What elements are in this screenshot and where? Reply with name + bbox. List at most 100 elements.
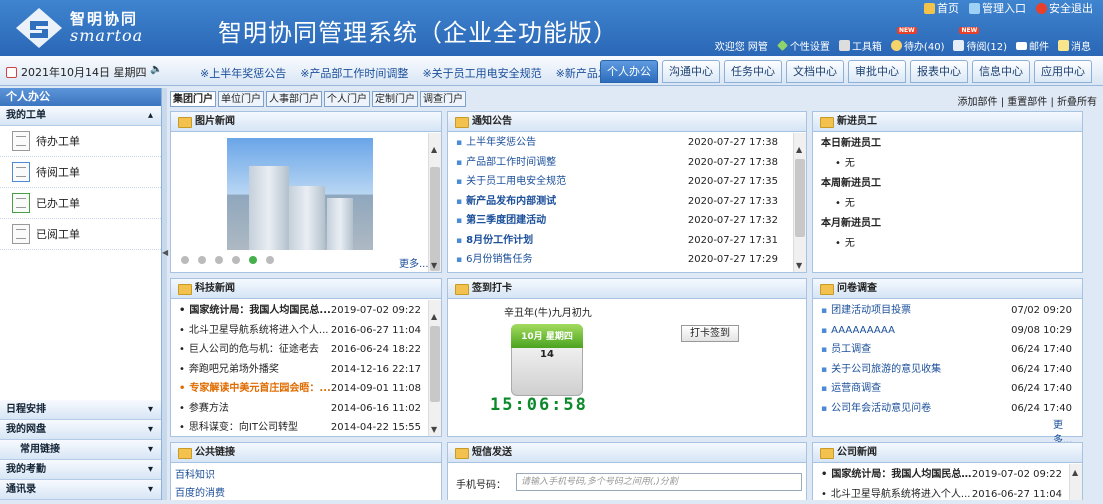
- sidebar-section-my-tickets[interactable]: 我的工单▴: [0, 106, 161, 126]
- list-row[interactable]: 6月份销售任务2020-07-27 17:29: [448, 250, 806, 270]
- scrollbar[interactable]: ▲▼: [428, 300, 441, 436]
- list-row[interactable]: 关于公司旅游的意见收集06/24 17:40: [813, 360, 1082, 380]
- sidebar-section-schedule[interactable]: 日程安排▾: [0, 400, 161, 420]
- row-title[interactable]: 关于公司旅游的意见收集: [821, 360, 941, 380]
- slide-dot[interactable]: [215, 256, 223, 264]
- row-title[interactable]: 产品部工作时间调整: [456, 153, 556, 173]
- slide-dot-active[interactable]: [249, 256, 257, 264]
- sidebar-item-todo[interactable]: 待办工单: [0, 126, 161, 157]
- slide-dot[interactable]: [266, 256, 274, 264]
- portal-actions[interactable]: 添加部件 | 重置部件 | 折叠所有: [958, 93, 1097, 108]
- sidebar-item-done[interactable]: 已办工单: [0, 188, 161, 219]
- todo-link[interactable]: NEW待办(40): [891, 38, 945, 53]
- scroll-up-icon[interactable]: ▲: [1072, 468, 1078, 477]
- list-row[interactable]: 团建活动项目投票07/02 09:20: [813, 301, 1082, 321]
- tab-hr-portal[interactable]: 人事部门户: [266, 91, 322, 107]
- list-row[interactable]: 专家解读中美元首庄园会晤：...2014-09-01 11:08: [171, 379, 441, 399]
- slide-dot[interactable]: [181, 256, 189, 264]
- list-row[interactable]: 新产品发布内部测试2020-07-27 17:33: [448, 192, 806, 212]
- phone-input[interactable]: 请输入手机号码,多个号码之间用(,)分割: [516, 473, 802, 491]
- tab-report[interactable]: 报表中心: [910, 60, 968, 83]
- row-title[interactable]: AAAAAAAAA: [821, 321, 895, 341]
- list-row[interactable]: 第三季度团建活动2020-07-27 17:32: [448, 211, 806, 231]
- list-row[interactable]: 上半年奖惩公告2020-07-27 17:38: [448, 133, 806, 153]
- speaker-icon[interactable]: 🔈: [150, 64, 162, 75]
- row-title[interactable]: 关于员工用电安全规范: [456, 172, 566, 192]
- list-row[interactable]: 北斗卫星导航系统将进入个人...2016-06-27 11:04: [171, 321, 441, 341]
- list-row[interactable]: 关于员工用电安全规范2020-07-27 17:35: [448, 172, 806, 192]
- slide-dot[interactable]: [198, 256, 206, 264]
- checkin-button[interactable]: 打卡签到: [681, 325, 739, 342]
- sidebar-section-netdisk[interactable]: 我的网盘▾: [0, 420, 161, 440]
- tab-task[interactable]: 任务中心: [724, 60, 782, 83]
- tab-communication[interactable]: 沟通中心: [662, 60, 720, 83]
- row-title[interactable]: 新产品发布内部测试: [456, 192, 556, 212]
- scroll-up-icon[interactable]: ▲: [431, 312, 437, 321]
- list-row[interactable]: AAAAAAAAA09/08 10:29: [813, 321, 1082, 341]
- marquee-item[interactable]: ※关于员工用电安全规范: [422, 65, 541, 81]
- toread-link[interactable]: NEW待阅(12): [953, 38, 1007, 53]
- scroll-up-icon[interactable]: ▲: [431, 145, 437, 154]
- row-title[interactable]: 国家统计局：我国人均国民总...: [821, 465, 972, 485]
- list-row[interactable]: 运营商调查06/24 17:40: [813, 379, 1082, 399]
- scroll-down-icon[interactable]: ▼: [796, 261, 802, 270]
- scrollbar[interactable]: ▲: [1069, 464, 1082, 500]
- scroll-down-icon[interactable]: ▼: [431, 261, 437, 270]
- list-row[interactable]: 参赛方法2014-06-16 11:02: [171, 399, 441, 419]
- list-row[interactable]: 国家统计局：我国人均国民总...2019-07-02 09:22: [813, 465, 1082, 485]
- row-title[interactable]: 运营商调查: [821, 379, 881, 399]
- list-row[interactable]: 公司年会活动意见问卷06/24 17:40: [813, 399, 1082, 419]
- row-title[interactable]: 专家解读中美元首庄园会晤：...: [179, 379, 331, 399]
- list-row[interactable]: 国家统计局：我国人均国民总...2019-07-02 09:22: [171, 301, 441, 321]
- list-row[interactable]: 产品部工作时间调整2020-07-27 17:38: [448, 153, 806, 173]
- row-title[interactable]: 6月份销售任务: [456, 250, 532, 270]
- row-title[interactable]: 团建活动项目投票: [821, 301, 911, 321]
- tab-personal-office[interactable]: 个人办公: [600, 60, 658, 83]
- tab-survey-portal[interactable]: 调查门户: [420, 91, 466, 107]
- list-row[interactable]: 8月份工作计划2020-07-27 17:31: [448, 231, 806, 251]
- sidebar-section-attendance[interactable]: 我的考勤▾: [0, 460, 161, 480]
- scrollbar[interactable]: ▲▼: [793, 133, 806, 272]
- tab-personal-portal[interactable]: 个人门户: [324, 91, 370, 107]
- list-row[interactable]: 员工调查06/24 17:40: [813, 340, 1082, 360]
- slide-dot[interactable]: [232, 256, 240, 264]
- list-row[interactable]: 思科谋变：向IT公司转型2014-04-22 15:55: [171, 418, 441, 438]
- toolbox-link[interactable]: 工具箱: [839, 38, 882, 53]
- tab-application[interactable]: 应用中心: [1034, 60, 1092, 83]
- message-link[interactable]: 消息: [1058, 38, 1091, 53]
- row-title[interactable]: 北斗卫星导航系统将进入个人...: [179, 321, 328, 341]
- marquee-item[interactable]: ※上半年奖惩公告: [200, 65, 286, 81]
- row-title[interactable]: 国家统计局：我国人均国民总...: [179, 301, 331, 321]
- row-title[interactable]: 员工调查: [821, 340, 871, 360]
- personal-settings-link[interactable]: 个性设置: [777, 38, 830, 53]
- row-title[interactable]: 北斗卫星导航系统将进入个人...: [821, 485, 970, 504]
- home-link[interactable]: 首页: [924, 0, 959, 16]
- scrollbar[interactable]: ▲▼: [428, 133, 441, 272]
- link-item[interactable]: 百度的消费: [175, 485, 441, 503]
- row-title[interactable]: 8月份工作计划: [456, 231, 533, 251]
- row-title[interactable]: 思科谋变：向IT公司转型: [179, 418, 298, 438]
- tab-info[interactable]: 信息中心: [972, 60, 1030, 83]
- row-title[interactable]: 参赛方法: [179, 399, 229, 419]
- marquee-item[interactable]: ※产品部工作时间调整: [300, 65, 408, 81]
- sidebar-section-contacts[interactable]: 通讯录▾: [0, 480, 161, 500]
- sidebar-item-read[interactable]: 已阅工单: [0, 219, 161, 250]
- mail-link[interactable]: 邮件: [1016, 38, 1049, 53]
- list-row[interactable]: 奔跑吧兄弟场外播奖2014-12-16 22:17: [171, 360, 441, 380]
- logout-link[interactable]: 安全退出: [1036, 0, 1093, 16]
- row-title[interactable]: 上半年奖惩公告: [456, 133, 536, 153]
- tab-approval[interactable]: 审批中心: [848, 60, 906, 83]
- admin-link[interactable]: 管理入口: [969, 0, 1026, 16]
- list-row[interactable]: 北斗卫星导航系统将进入个人...2016-06-27 11:04: [813, 485, 1082, 504]
- tab-unit-portal[interactable]: 单位门户: [218, 91, 264, 107]
- link-item[interactable]: 百科知识: [175, 467, 441, 485]
- scroll-up-icon[interactable]: ▲: [796, 145, 802, 154]
- tab-document[interactable]: 文档中心: [786, 60, 844, 83]
- list-row[interactable]: 巨人公司的危与机：征途老去2016-06-24 18:22: [171, 340, 441, 360]
- more-link[interactable]: 更多...: [399, 255, 429, 270]
- row-title[interactable]: 公司年会活动意见问卷: [821, 399, 931, 419]
- row-title[interactable]: 奔跑吧兄弟场外播奖: [179, 360, 279, 380]
- sidebar-splitter[interactable]: ◀: [162, 88, 167, 500]
- news-photo[interactable]: [227, 138, 373, 250]
- tab-group-portal[interactable]: 集团门户: [170, 91, 216, 107]
